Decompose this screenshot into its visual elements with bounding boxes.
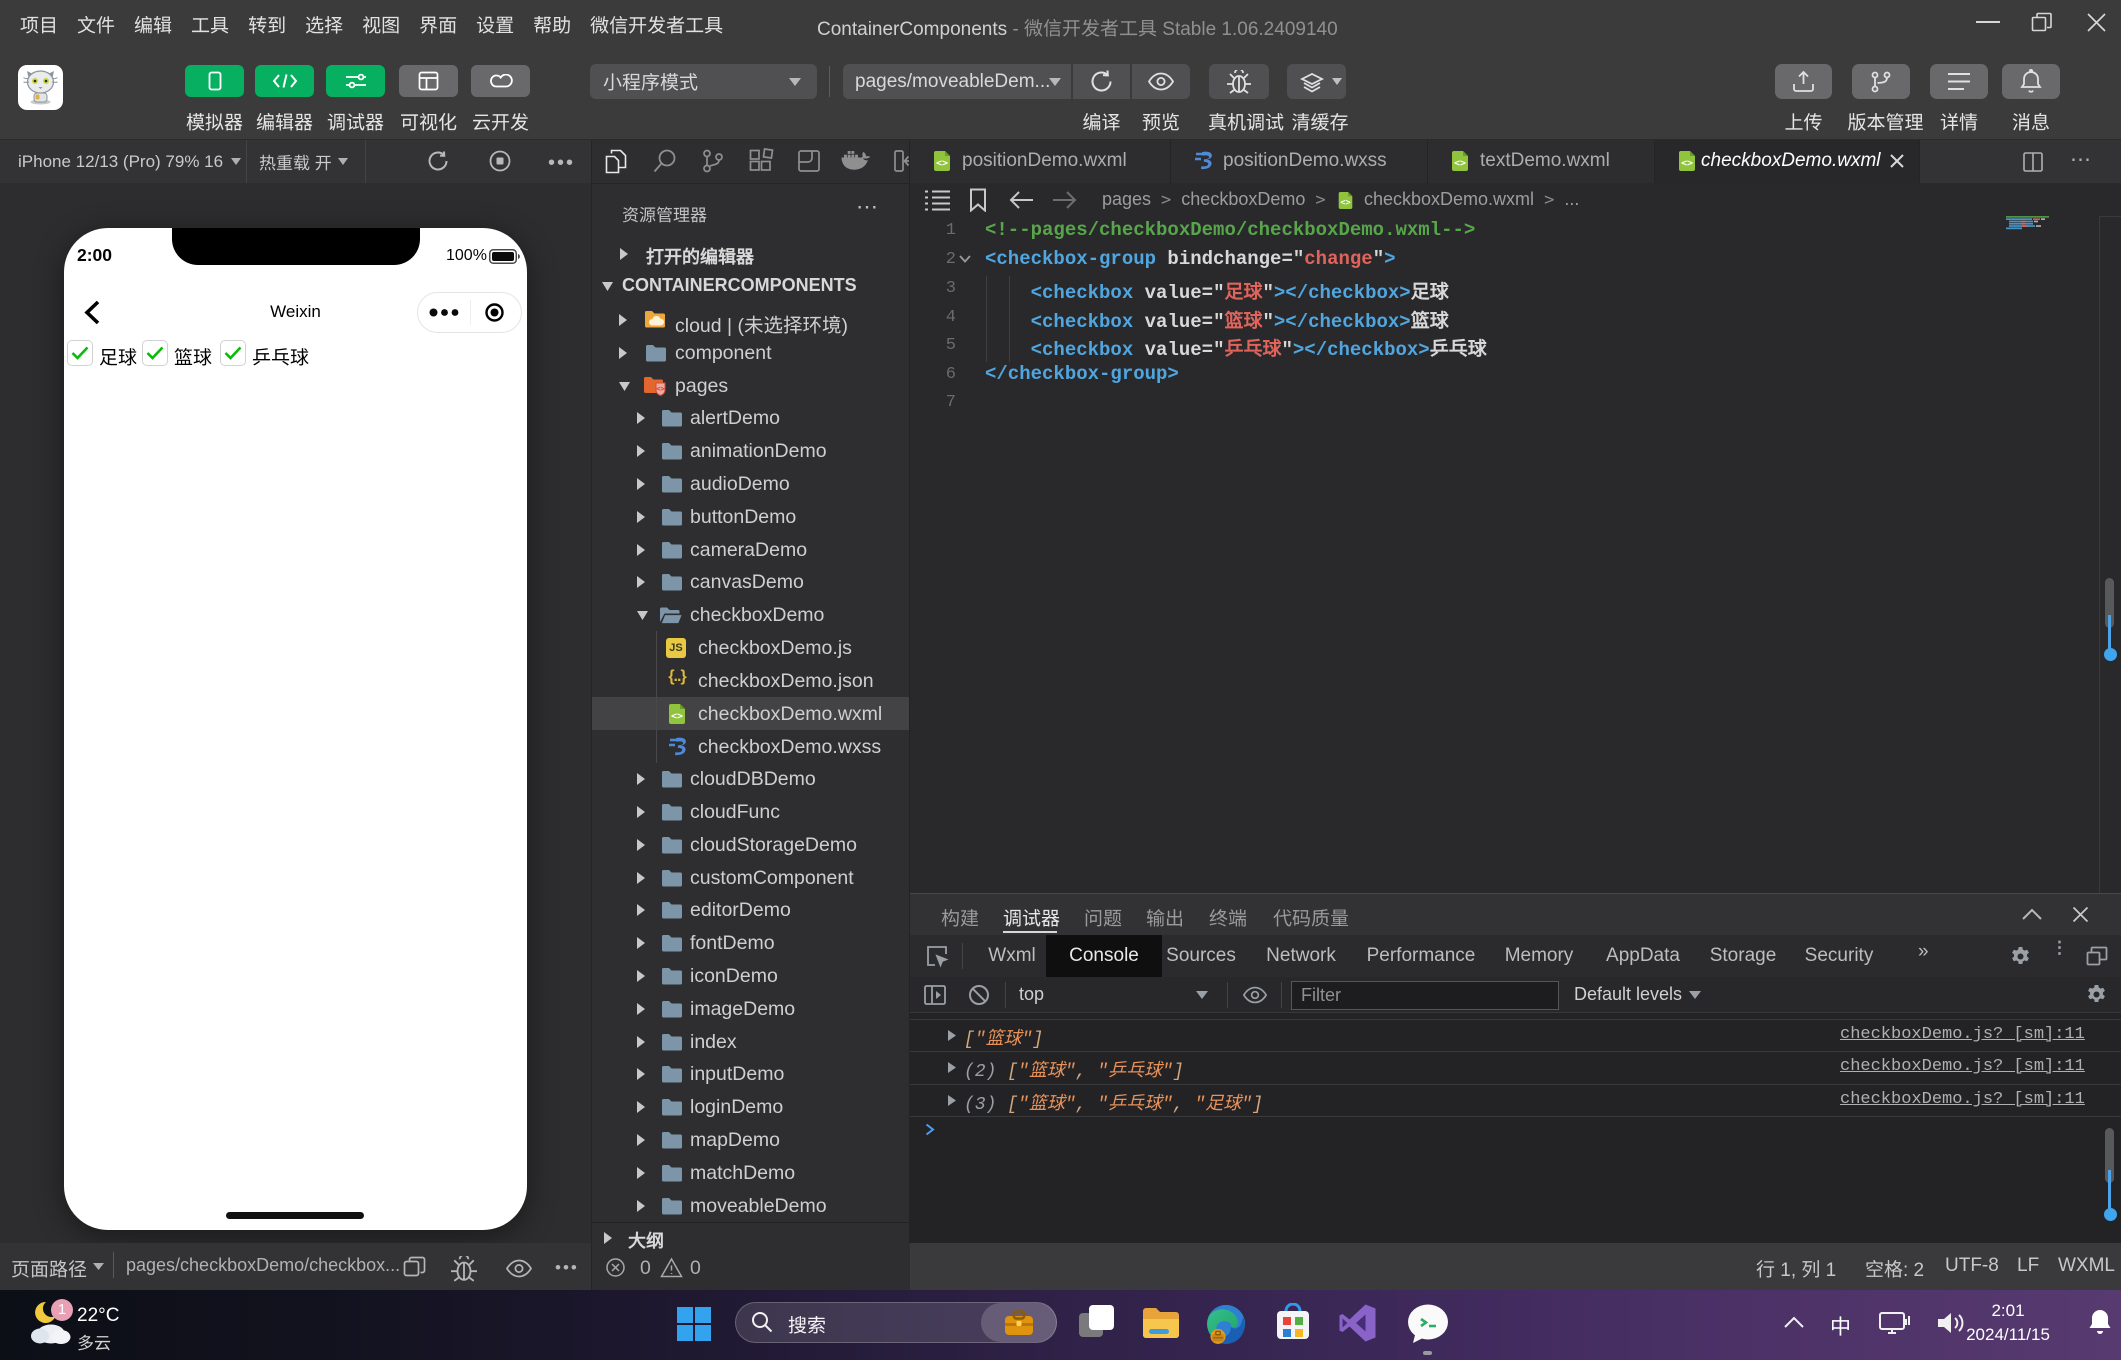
svg-text:<>: <> (1340, 198, 1350, 208)
svg-text:<>: <> (656, 385, 664, 393)
svg-text:<>: <> (671, 711, 683, 722)
svg-text:<>: <> (1681, 158, 1693, 169)
svg-text:<>: <> (1454, 158, 1466, 169)
svg-text:<>: <> (936, 158, 948, 169)
